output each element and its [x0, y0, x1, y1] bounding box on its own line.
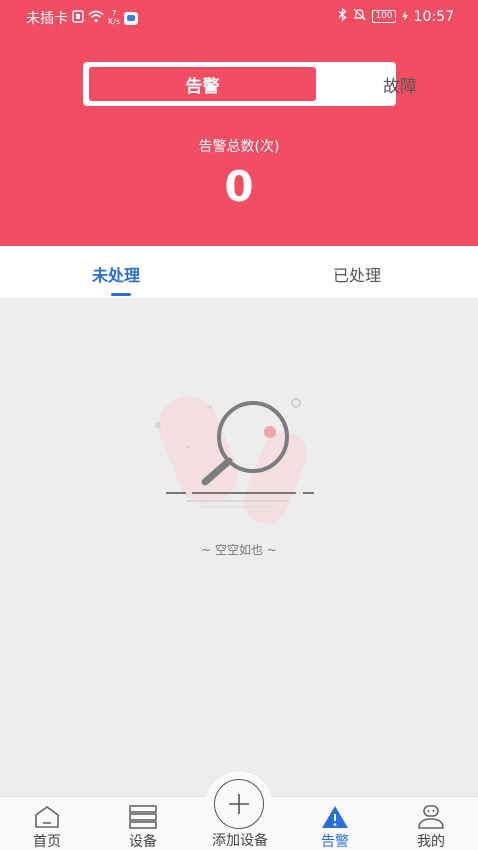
nav-item-alarms[interactable]: 告警	[290, 797, 380, 850]
header: 未插卡 7 K/s 100 10:57 告警 故障 告警总数(次) 0	[0, 0, 478, 246]
wifi-icon	[88, 10, 104, 27]
nav-label-alarms: 告警	[321, 834, 349, 850]
carrier-text: 未插卡	[26, 11, 68, 27]
segment-fault[interactable]: 故障	[319, 67, 478, 101]
status-tabs: 未处理 已处理	[0, 246, 478, 298]
empty-state-illustration	[148, 385, 328, 525]
nav-item-devices[interactable]: 设备	[98, 797, 188, 850]
add-device-ring	[214, 779, 264, 829]
net-speed: 7 K/s	[108, 10, 120, 26]
user-icon	[418, 805, 444, 829]
nav-label-devices: 设备	[129, 834, 157, 850]
plus-icon	[229, 794, 249, 814]
alarm-warning-icon	[322, 806, 348, 828]
nav-item-mine[interactable]: 我的	[386, 797, 476, 850]
alarm-total-value: 0	[224, 162, 254, 211]
tab-processed[interactable]: 已处理	[333, 262, 381, 286]
device-icon	[129, 805, 157, 829]
empty-state-text: ~ 空空如也 ~	[201, 543, 277, 557]
nav-item-home[interactable]: 首页	[2, 797, 92, 850]
add-device-button[interactable]	[206, 770, 272, 836]
alarm-fault-toggle: 告警 故障	[83, 62, 417, 106]
charging-icon	[401, 9, 408, 25]
bluetooth-icon	[338, 7, 347, 25]
tab-indicator	[111, 293, 131, 296]
alarm-total-label: 告警总数(次)	[198, 139, 280, 155]
nav-label-home: 首页	[33, 834, 61, 850]
battery-icon: 100	[372, 10, 396, 23]
nav-label-mine: 我的	[417, 834, 445, 850]
nav-label-add-device: 添加设备	[212, 833, 268, 849]
tab-unprocessed[interactable]: 未处理	[92, 262, 140, 286]
message-icon	[124, 11, 139, 25]
mute-bell-icon	[353, 8, 366, 25]
clock-text: 10:57	[413, 8, 454, 25]
home-icon	[35, 806, 59, 828]
segment-alarm[interactable]: 告警	[89, 67, 316, 101]
status-bar: 未插卡 7 K/s 100 10:57	[0, 0, 478, 34]
net-speed-unit: K/s	[108, 17, 121, 26]
sim-icon	[72, 9, 84, 27]
